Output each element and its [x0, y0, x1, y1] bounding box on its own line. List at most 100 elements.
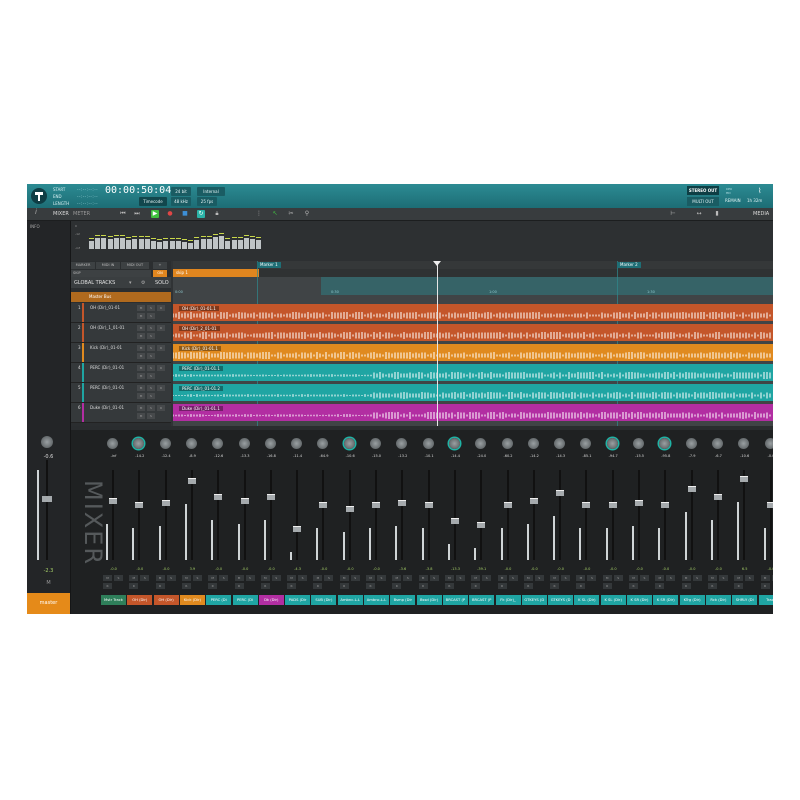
- channel-solo-button[interactable]: S: [166, 575, 176, 581]
- track-solo-button[interactable]: S: [147, 345, 155, 351]
- track-row[interactable]: 2 OH (Dir)_1_01-01 M S R M S: [71, 323, 171, 343]
- pan-knob[interactable]: [291, 438, 303, 449]
- channel-solo-button[interactable]: S: [640, 575, 649, 581]
- pan-knob[interactable]: [448, 438, 460, 449]
- track-name[interactable]: Kick (Dir)_01-01: [90, 345, 122, 350]
- channel-mute-button[interactable]: M: [313, 575, 323, 581]
- channel-record-button[interactable]: R: [103, 583, 112, 589]
- track-solo-button[interactable]: S: [147, 405, 155, 411]
- pan-knob[interactable]: [159, 438, 171, 449]
- track-record-button[interactable]: R: [157, 405, 165, 411]
- channel-fader[interactable]: [398, 500, 407, 506]
- track-solo-button-2[interactable]: S: [147, 393, 155, 399]
- channel-fader[interactable]: [214, 494, 223, 500]
- channel-record-button[interactable]: R: [760, 583, 770, 589]
- app-logo-icon[interactable]: [31, 188, 47, 204]
- forward-icon[interactable]: ⏭: [133, 210, 141, 218]
- channel-solo-button[interactable]: S: [771, 575, 773, 581]
- pan-knob[interactable]: [554, 438, 566, 449]
- multi-out-button[interactable]: MULTI OUT: [687, 197, 719, 206]
- channel-mute-button[interactable]: M: [497, 575, 507, 581]
- meter-tab[interactable]: METER: [73, 211, 90, 217]
- channel-fader[interactable]: [135, 502, 144, 508]
- skip-on-button[interactable]: ON: [153, 270, 167, 277]
- channel-solo-button[interactable]: S: [271, 575, 281, 581]
- channel-mute-button[interactable]: M: [576, 575, 586, 581]
- play-icon[interactable]: ▶: [151, 210, 159, 218]
- zoom-icon[interactable]: ⚲: [303, 210, 311, 218]
- channel-record-button[interactable]: R: [392, 583, 402, 589]
- master-fader[interactable]: [42, 496, 52, 502]
- audio-clip[interactable]: PERC (Dir)_01-01.1: [173, 364, 773, 381]
- channel-fader[interactable]: [635, 500, 643, 506]
- channel-solo-button[interactable]: S: [561, 575, 571, 581]
- channel-record-button[interactable]: R: [129, 583, 139, 589]
- marker-1[interactable]: Marker 1: [257, 262, 281, 268]
- channel-fader[interactable]: [503, 502, 512, 508]
- channel-fader[interactable]: [529, 498, 538, 504]
- audio-clip[interactable]: OH (Dir)_2_01-01: [173, 324, 773, 341]
- master-button[interactable]: master: [27, 593, 70, 614]
- pan-knob[interactable]: [185, 438, 197, 449]
- channel-fader[interactable]: [372, 502, 380, 508]
- channel-record-button[interactable]: R: [629, 583, 638, 589]
- channel-fader[interactable]: [556, 490, 565, 496]
- record-icon[interactable]: ●: [166, 210, 174, 218]
- pan-knob[interactable]: [238, 438, 250, 449]
- pan-knob[interactable]: [685, 438, 697, 449]
- pan-knob[interactable]: [370, 438, 381, 449]
- stereo-out-button[interactable]: STEREO OUT: [687, 186, 719, 195]
- channel-name[interactable]: K SR (Dir): [627, 595, 652, 605]
- track-name[interactable]: OH (Dir)_1_01-01: [90, 325, 125, 330]
- channel-mute-button[interactable]: M: [655, 575, 665, 581]
- start-value[interactable]: --:--:--:--: [77, 186, 98, 193]
- audio-clip[interactable]: PERC (Dir)_01-01.2: [173, 384, 773, 401]
- track-mute-button[interactable]: M: [137, 305, 145, 311]
- channel-solo-button[interactable]: S: [140, 575, 150, 581]
- track-solo-button-2[interactable]: S: [147, 413, 155, 419]
- channel-fader[interactable]: [187, 478, 196, 484]
- stop-icon[interactable]: ■: [181, 210, 189, 218]
- pan-knob[interactable]: [396, 438, 408, 449]
- channel-name[interactable]: K SL (Dir): [600, 595, 626, 605]
- channel-solo-button[interactable]: S: [587, 575, 597, 581]
- pan-knob[interactable]: [738, 438, 750, 449]
- chevron-down-icon[interactable]: ▾: [129, 280, 132, 286]
- channel-name[interactable]: Bsmp (Dir: [390, 595, 416, 605]
- add-button[interactable]: +: [153, 262, 167, 269]
- track-solo-button-2[interactable]: S: [147, 353, 155, 359]
- audio-clip[interactable]: Kick (Dir)_01-01.1: [173, 344, 773, 361]
- channel-mute-button[interactable]: M: [392, 575, 402, 581]
- pan-knob[interactable]: [422, 438, 434, 449]
- global-tracks-header[interactable]: GLOBAL TRACKS ▾ ⚙ SOLO: [71, 277, 171, 288]
- transport-clock[interactable]: 00:00:50:04: [105, 185, 171, 196]
- pan-knob[interactable]: [133, 438, 145, 449]
- channel-record-button[interactable]: R: [234, 583, 244, 589]
- info-icon[interactable]: i: [35, 208, 37, 216]
- pan-knob[interactable]: [475, 438, 487, 449]
- channel-solo-button[interactable]: S: [482, 575, 492, 581]
- solo-button[interactable]: SOLO: [155, 280, 169, 286]
- channel-record-button[interactable]: R: [734, 583, 744, 589]
- track-mute-button-2[interactable]: M: [137, 333, 145, 339]
- channel-mute-button[interactable]: M: [707, 575, 717, 581]
- pan-knob[interactable]: [317, 438, 329, 449]
- channel-solo-button[interactable]: S: [455, 575, 465, 581]
- channel-mute-button[interactable]: M: [734, 575, 744, 581]
- channel-record-button[interactable]: R: [155, 583, 165, 589]
- channel-fader[interactable]: [582, 502, 591, 508]
- loop-region[interactable]: [321, 277, 773, 295]
- track-mute-button-2[interactable]: M: [137, 353, 145, 359]
- master-m-label[interactable]: M: [27, 580, 70, 586]
- channel-mute-button[interactable]: M: [471, 575, 481, 581]
- channel-mute-button[interactable]: M: [339, 575, 349, 581]
- track-mute-button-2[interactable]: M: [137, 413, 145, 419]
- channel-name[interactable]: PADS (Dir: [285, 595, 311, 605]
- track-mute-button-2[interactable]: M: [137, 393, 145, 399]
- more-icon[interactable]: ⋮: [255, 210, 263, 218]
- pan-knob[interactable]: [212, 438, 224, 449]
- channel-fader[interactable]: [161, 500, 170, 506]
- channel-fader[interactable]: [661, 502, 670, 508]
- media-tab[interactable]: MEDIA: [753, 211, 769, 217]
- track-mute-button[interactable]: M: [137, 325, 145, 331]
